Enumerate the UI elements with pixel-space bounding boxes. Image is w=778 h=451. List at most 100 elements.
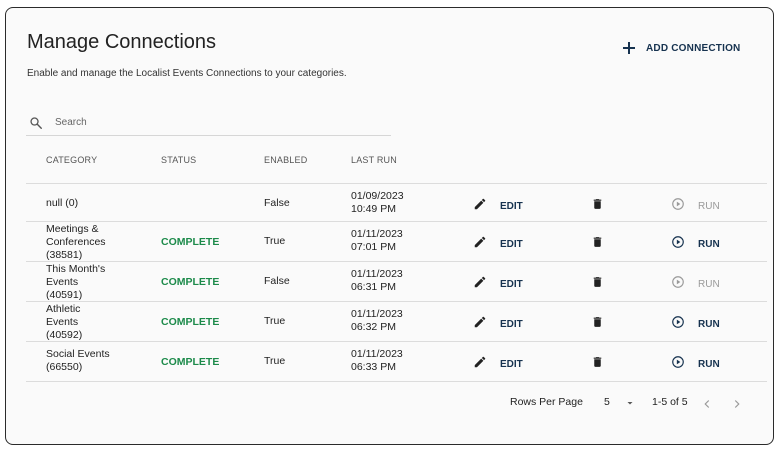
trash-icon [591, 235, 604, 254]
search-icon [30, 117, 42, 129]
play-circle-icon [671, 315, 685, 334]
enabled-cell: True [264, 355, 286, 367]
category-line: This Month's [46, 263, 106, 275]
last-run-time: 06:31 PM [351, 281, 396, 293]
column-header-last-run[interactable]: LAST RUN [351, 155, 397, 165]
trash-icon [591, 275, 604, 294]
column-header-category[interactable]: CATEGORY [46, 155, 97, 165]
rows-per-page-label: Rows Per Page [510, 396, 583, 408]
category-line: Events [46, 276, 79, 288]
run-button: RUN [671, 275, 720, 294]
run-button: RUN [671, 197, 720, 216]
last-run-date: 01/11/2023 [351, 268, 403, 280]
category-line: Social Events [46, 348, 110, 360]
edit-label: EDIT [500, 279, 523, 290]
last-run-date: 01/11/2023 [351, 348, 403, 360]
add-connection-button[interactable]: ADD CONNECTION [622, 38, 740, 58]
edit-label: EDIT [500, 201, 523, 212]
table-row: Athletic Events (40592) COMPLETE True 01/11/2… [26, 301, 767, 341]
edit-button[interactable]: EDIT [473, 197, 523, 216]
category-line: Meetings & [46, 223, 99, 235]
trash-icon [591, 197, 604, 216]
rows-per-page-select[interactable]: 5 [604, 393, 640, 411]
run-label: RUN [698, 359, 720, 370]
run-button[interactable]: RUN [671, 355, 720, 374]
edit-label: EDIT [500, 239, 523, 250]
run-label: RUN [698, 201, 720, 212]
table-row: Social Events (66550) COMPLETE True 01/11/20… [26, 341, 767, 381]
run-button[interactable]: RUN [671, 315, 720, 334]
column-header-status[interactable]: STATUS [161, 155, 196, 165]
search-input[interactable] [55, 112, 385, 132]
play-circle-icon [671, 275, 685, 294]
category-line: Conferences [46, 236, 106, 248]
table-row: null (0) False 01/09/2023 10:49 PM EDIT RUN [26, 183, 767, 223]
category-line: (66550) [46, 361, 83, 373]
edit-label: EDIT [500, 359, 523, 370]
enabled-cell: True [264, 235, 286, 247]
status-badge: COMPLETE [161, 276, 220, 288]
enabled-cell: False [264, 275, 290, 287]
rows-per-page-value: 5 [604, 396, 610, 408]
edit-button[interactable]: EDIT [473, 315, 523, 334]
play-circle-icon [671, 355, 685, 374]
run-button[interactable]: RUN [671, 235, 720, 254]
enabled-cell: False [264, 197, 290, 209]
last-run-cell: 01/11/2023 06:32 PM [351, 308, 431, 334]
caret-down-icon [627, 402, 633, 405]
pencil-icon [473, 315, 487, 334]
last-run-cell: 01/11/2023 07:01 PM [351, 228, 431, 254]
pencil-icon [473, 235, 487, 254]
delete-button[interactable] [591, 235, 604, 254]
edit-label: EDIT [500, 319, 523, 330]
last-run-date: 01/11/2023 [351, 308, 403, 320]
edit-button[interactable]: EDIT [473, 235, 523, 254]
search-box [26, 112, 391, 136]
category-cell: Meetings & Conferences (38581) [46, 223, 146, 262]
page-subtitle: Enable and manage the Localist Events Co… [27, 68, 347, 79]
pagination-range: 1-5 of 5 [652, 396, 688, 408]
last-run-cell: 01/11/2023 06:33 PM [351, 348, 431, 374]
last-run-time: 07:01 PM [351, 241, 396, 253]
last-run-time: 06:33 PM [351, 361, 396, 373]
chevron-left-icon[interactable] [700, 397, 714, 411]
last-run-date: 01/09/2023 [351, 190, 404, 202]
manage-connections-card: Manage Connections Enable and manage the… [5, 7, 774, 445]
delete-button[interactable] [591, 197, 604, 216]
category-cell: This Month's Events (40591) [46, 263, 146, 302]
play-circle-icon [671, 235, 685, 254]
category-cell: Athletic Events (40592) [46, 303, 146, 342]
table-row: This Month's Events (40591) COMPLETE False 01… [26, 261, 767, 301]
edit-button[interactable]: EDIT [473, 355, 523, 374]
chevron-right-icon[interactable] [730, 397, 744, 411]
category-cell: null (0) [46, 197, 79, 209]
pencil-icon [473, 355, 487, 374]
last-run-cell: 01/11/2023 06:31 PM [351, 268, 431, 294]
status-badge: COMPLETE [161, 316, 220, 328]
category-cell: Social Events (66550) [46, 348, 146, 374]
edit-button[interactable]: EDIT [473, 275, 523, 294]
trash-icon [591, 315, 604, 334]
last-run-cell: 01/09/2023 10:49 PM [351, 190, 431, 216]
table-bottom-divider [26, 381, 767, 382]
status-badge: COMPLETE [161, 356, 220, 368]
delete-button[interactable] [591, 355, 604, 374]
add-connection-label: ADD CONNECTION [646, 42, 741, 54]
plus-icon [622, 41, 636, 55]
run-label: RUN [698, 319, 720, 330]
delete-button[interactable] [591, 315, 604, 334]
pencil-icon [473, 275, 487, 294]
delete-button[interactable] [591, 275, 604, 294]
table-row: Meetings & Conferences (38581) COMPLETE True… [26, 221, 767, 261]
pencil-icon [473, 197, 487, 216]
run-label: RUN [698, 239, 720, 250]
column-header-enabled[interactable]: ENABLED [264, 155, 307, 165]
run-label: RUN [698, 279, 720, 290]
last-run-time: 06:32 PM [351, 321, 396, 333]
last-run-date: 01/11/2023 [351, 228, 403, 240]
trash-icon [591, 355, 604, 374]
enabled-cell: True [264, 315, 286, 327]
play-circle-icon [671, 197, 685, 216]
category-line: Events [46, 316, 79, 328]
category-line: Athletic [46, 303, 81, 315]
